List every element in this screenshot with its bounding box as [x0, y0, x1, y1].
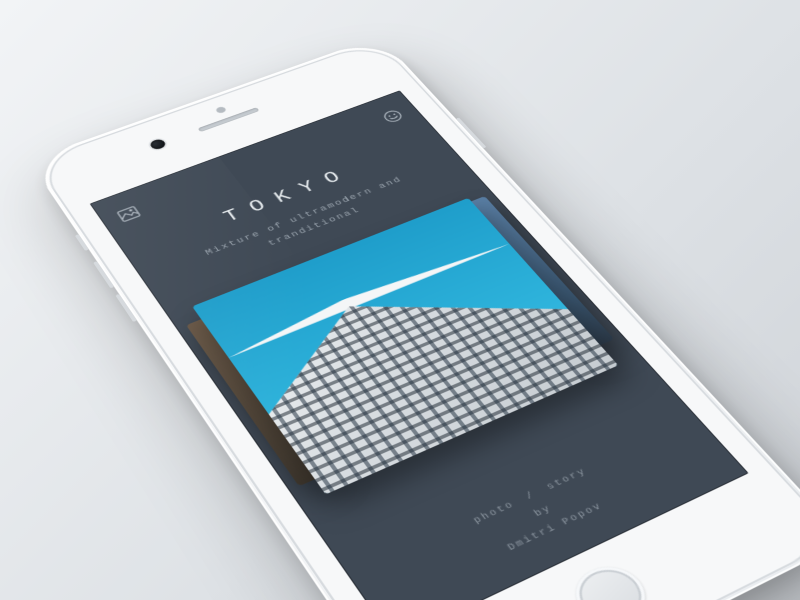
- credit-kind: story: [545, 467, 590, 493]
- scene: TOKYO Mixture of ultramodern and trandit…: [0, 0, 800, 600]
- earpiece-speaker: [198, 107, 260, 132]
- credit-label: photo: [472, 500, 518, 526]
- credit-author: Dmitri Popov: [368, 441, 732, 600]
- app-surface: TOKYO Mixture of ultramodern and trandit…: [90, 90, 749, 600]
- photo-card-prev[interactable]: [186, 314, 329, 486]
- phone-device: TOKYO Mixture of ultramodern and trandit…: [28, 36, 800, 600]
- credit-by: by: [357, 426, 719, 600]
- front-camera: [148, 138, 167, 151]
- home-button[interactable]: [563, 557, 659, 600]
- device-body: TOKYO Mixture of ultramodern and trandit…: [33, 39, 800, 600]
- credit-separator: /: [524, 490, 538, 502]
- proximity-sensor: [215, 106, 228, 114]
- screen: TOKYO Mixture of ultramodern and trandit…: [90, 90, 749, 600]
- gallery-icon[interactable]: [116, 205, 141, 222]
- smiley-icon[interactable]: [380, 108, 406, 124]
- credit-block: photo / story by Dmitri Popov: [345, 412, 732, 600]
- credit-line: photo / story: [345, 412, 706, 588]
